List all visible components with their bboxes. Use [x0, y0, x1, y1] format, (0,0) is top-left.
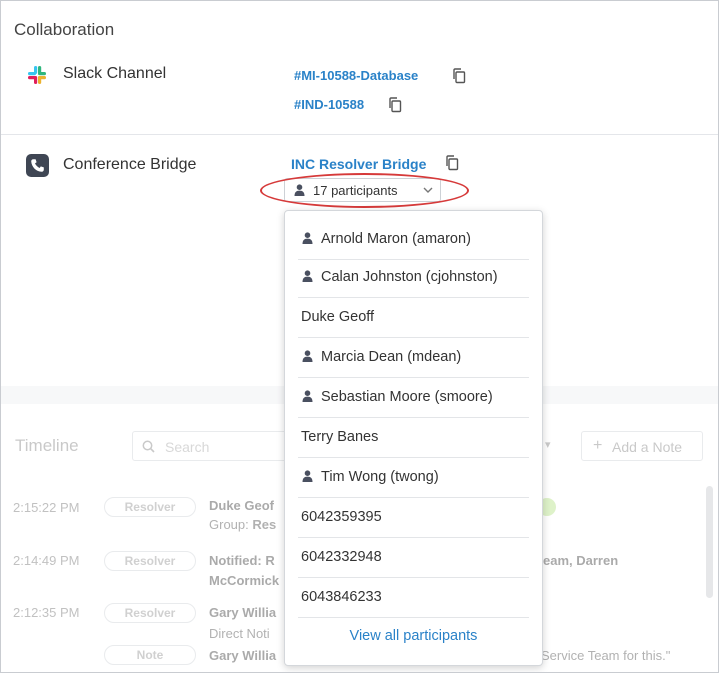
- add-note-button[interactable]: + Add a Note: [581, 431, 703, 461]
- timeline-entry-text: Service Team for this.": [541, 648, 671, 663]
- participants-count: 17 participants: [313, 183, 398, 198]
- user-icon: [302, 390, 313, 402]
- timeline-time: 2:12:35 PM: [13, 605, 80, 620]
- user-icon: [302, 350, 313, 362]
- timeline-badge: Resolver: [104, 551, 196, 571]
- row-divider: [1, 134, 718, 135]
- participant-item[interactable]: Calan Johnston (cjohnston): [298, 258, 529, 298]
- participant-item[interactable]: Marcia Dean (mdean): [298, 338, 529, 378]
- slack-icon: [28, 66, 46, 84]
- participant-name: 6043846233: [301, 589, 382, 605]
- phone-icon: [26, 154, 49, 177]
- timeline-search-input[interactable]: Search: [132, 431, 292, 461]
- scrollbar-thumb[interactable]: [706, 486, 713, 598]
- participant-item[interactable]: Sebastian Moore (smoore): [298, 378, 529, 418]
- timeline-entry-text: Direct Noti: [209, 626, 270, 641]
- search-icon: [142, 440, 155, 453]
- timeline-entry-text: Gary Willia: [209, 648, 277, 663]
- timeline-entry-text: McCormick: [209, 573, 280, 588]
- participant-name: Marcia Dean (mdean): [321, 349, 462, 365]
- participant-name: Arnold Maron (amaron): [321, 231, 471, 247]
- section-title: Collaboration: [14, 20, 115, 39]
- timeline-title: Timeline: [15, 436, 79, 455]
- filter-caret-icon[interactable]: ▾: [545, 438, 551, 451]
- timeline-time: 2:14:49 PM: [13, 553, 80, 568]
- participant-item[interactable]: 6043846233: [298, 578, 529, 618]
- participant-name: Terry Banes: [301, 429, 379, 445]
- copy-icon[interactable]: [445, 155, 459, 171]
- participant-name: Calan Johnston (cjohnston): [321, 269, 498, 285]
- timeline-badge: Resolver: [104, 497, 196, 517]
- chevron-down-icon: [423, 187, 433, 193]
- copy-icon[interactable]: [388, 97, 402, 113]
- slack-channel-link[interactable]: #IND-10588: [294, 97, 364, 112]
- participants-dropdown-menu: Arnold Maron (amaron) Calan Johnston (cj…: [284, 210, 543, 666]
- participant-item[interactable]: Tim Wong (twong): [298, 458, 529, 498]
- participant-item[interactable]: 6042332948: [298, 538, 529, 578]
- timeline-entry-text: Duke Geof: [209, 498, 275, 513]
- plus-icon: +: [593, 437, 603, 454]
- view-all-participants-link[interactable]: View all participants: [285, 628, 542, 644]
- user-icon: [302, 232, 313, 244]
- add-note-label: Add a Note: [612, 439, 683, 455]
- timeline-badge: Note: [104, 645, 196, 665]
- user-icon: [294, 184, 305, 196]
- participant-name: Sebastian Moore (smoore): [321, 389, 493, 405]
- timeline-entry-text: Group: Res: [209, 517, 277, 532]
- participant-item[interactable]: Terry Banes: [298, 418, 529, 458]
- participant-item[interactable]: Arnold Maron (amaron): [298, 220, 529, 260]
- user-icon: [302, 470, 313, 482]
- user-icon: [302, 270, 313, 282]
- timeline-time: 2:15:22 PM: [13, 500, 80, 515]
- timeline-badge: Resolver: [104, 603, 196, 623]
- copy-icon[interactable]: [452, 68, 466, 84]
- participant-item[interactable]: Duke Geoff: [298, 298, 529, 338]
- timeline-entry-text: Notified: R: [209, 553, 275, 568]
- conference-bridge-link[interactable]: INC Resolver Bridge: [291, 156, 426, 172]
- participant-name: 6042332948: [301, 549, 382, 565]
- participant-name: Tim Wong (twong): [321, 469, 439, 485]
- window-frame: Timeline Search ▾ + Add a Note 2:15:22 P…: [0, 0, 719, 673]
- conference-bridge-label: Conference Bridge: [63, 156, 197, 173]
- timeline-entry-text: Gary Willia: [209, 605, 277, 620]
- slack-channel-label: Slack Channel: [63, 65, 167, 82]
- search-placeholder: Search: [165, 439, 210, 455]
- participant-name: Duke Geoff: [301, 309, 375, 325]
- slack-channel-link[interactable]: #MI-10588-Database: [294, 68, 418, 83]
- participant-name: 6042359395: [301, 509, 382, 525]
- timeline-entry-text: eam, Darren: [543, 553, 619, 568]
- participant-item[interactable]: 6042359395: [298, 498, 529, 538]
- participants-dropdown-button[interactable]: 17 participants: [284, 178, 441, 202]
